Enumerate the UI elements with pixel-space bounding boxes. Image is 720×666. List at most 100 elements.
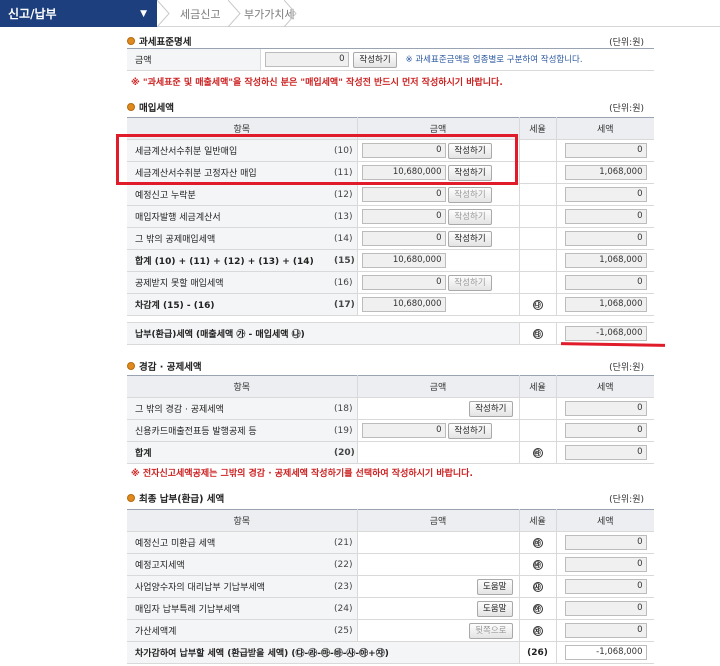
header-rate: 세율 bbox=[519, 117, 557, 140]
tax-input[interactable]: 0 bbox=[564, 143, 647, 158]
circled-marker-ja: ㉶ bbox=[532, 625, 543, 636]
amount-input[interactable]: 10,680,000 bbox=[361, 253, 446, 268]
tax-input[interactable]: 1,068,000 bbox=[564, 165, 647, 180]
tax-input[interactable]: 1,068,000 bbox=[564, 253, 647, 268]
warning-e-filing: ※ 전자신고세액공제는 그밖의 경감 · 공제세액 작성하기를 선택하여 작성하… bbox=[131, 469, 473, 479]
row-label: 예정신고 미환급 세액 bbox=[127, 531, 330, 554]
main-menu-dropdown[interactable]: 신고/납부 ▼ bbox=[0, 0, 157, 27]
tax-input[interactable]: 0 bbox=[564, 557, 647, 572]
section-title-final: 최종 납부(환급) 세액 bbox=[127, 491, 224, 505]
row-label: 합계 (10) + (11) + (12) + (13) + (14) bbox=[127, 249, 330, 272]
rate-cell bbox=[518, 249, 556, 272]
table-row-total: 차가감하여 납부할 세액 (환급받을 세액) (㉰-㉱-㉲-㉳-㉴-㉵+㉶) (… bbox=[127, 641, 654, 664]
table-row-subtotal: 차감계 (15) - (16) (17) 10,680,000 ㉯ 1,068,… bbox=[127, 293, 654, 316]
tax-input[interactable]: 0 bbox=[564, 209, 647, 224]
rate-cell bbox=[518, 161, 556, 184]
row-number: (22) bbox=[330, 553, 357, 576]
tax-base-amount-input[interactable]: 0 bbox=[264, 52, 349, 67]
row-number: (19) bbox=[330, 419, 357, 442]
amount-input[interactable]: 0 bbox=[361, 423, 446, 438]
tax-input[interactable]: 0 bbox=[564, 423, 647, 438]
row-number: (12) bbox=[330, 183, 357, 206]
header-item: 항목 bbox=[127, 375, 358, 398]
header-rate: 세율 bbox=[519, 509, 557, 532]
final-tax-input[interactable]: -1,068,000 bbox=[564, 645, 647, 660]
unit-label: (단위:원) bbox=[609, 38, 644, 48]
write-button[interactable]: 작성하기 bbox=[448, 422, 492, 439]
row-number: (14) bbox=[330, 227, 357, 250]
section-title-reduction: 경감 · 공제세액 bbox=[127, 359, 202, 373]
table-row: 예정신고 미환급 세액 (21) ㉲ 0 bbox=[127, 531, 654, 554]
rate-cell bbox=[518, 227, 556, 250]
write-button-disabled[interactable]: 작성하기 bbox=[448, 208, 492, 225]
rate-cell bbox=[518, 397, 556, 420]
table-row: 사업양수자의 대리납부 기납부세액 (23) 도움말 ㉴ 0 bbox=[127, 575, 654, 598]
table-row: 가산세액계 (25) 뒷쪽으로 ㉶ 0 bbox=[127, 619, 654, 642]
table-row-sum: 합계 (20) ㉱ 0 bbox=[127, 441, 654, 464]
amount-input[interactable]: 10,680,000 bbox=[361, 297, 446, 312]
tax-input[interactable]: 0 bbox=[564, 231, 647, 246]
amount-input[interactable]: 0 bbox=[361, 275, 446, 290]
table-row: 매입자발행 세금계산서 (13) 0 작성하기 0 bbox=[127, 205, 654, 228]
tax-base-write-button[interactable]: 작성하기 bbox=[353, 51, 397, 68]
header-tax: 세액 bbox=[556, 117, 654, 140]
amount-input[interactable]: 0 bbox=[361, 187, 446, 202]
bullet-icon bbox=[127, 362, 135, 370]
breadcrumb-separator-icon bbox=[284, 0, 298, 27]
help-button[interactable]: 도움말 bbox=[477, 600, 513, 617]
row-label: 가산세액계 bbox=[127, 619, 330, 642]
row-number: (21) bbox=[330, 531, 357, 554]
amount-input[interactable]: 0 bbox=[361, 209, 446, 224]
tax-input[interactable]: 0 bbox=[564, 275, 647, 290]
write-button[interactable]: 작성하기 bbox=[448, 230, 492, 247]
tax-input[interactable]: 1,068,000 bbox=[564, 297, 647, 312]
table-row: 예정신고 누락분 (12) 0 작성하기 0 bbox=[127, 183, 654, 206]
help-button[interactable]: 도움말 bbox=[477, 578, 513, 595]
tax-base-table: 금액 0 작성하기 ※ 과세표준금액을 업종별로 구분하여 작성합니다. bbox=[127, 48, 654, 71]
bullet-icon bbox=[127, 494, 135, 502]
row-label: 예정고지세액 bbox=[127, 553, 330, 576]
amount-input[interactable]: 0 bbox=[361, 231, 446, 246]
circled-marker-na: ㉯ bbox=[532, 299, 543, 310]
table-row: 그 밖의 공제매입세액 (14) 0 작성하기 0 bbox=[127, 227, 654, 250]
row-label: 그 밖의 공제매입세액 bbox=[127, 227, 330, 250]
circled-marker-ba: ㉳ bbox=[532, 559, 543, 570]
table-row: 신용카드매출전표등 발행공제 등 (19) 0 작성하기 0 bbox=[127, 419, 654, 442]
tax-base-label: 금액 bbox=[127, 48, 260, 71]
reduction-table: 항목 금액 세율 세액 그 밖의 경감 · 공제세액 (18) 작성하기 0 신… bbox=[127, 375, 654, 464]
write-button-disabled[interactable]: 작성하기 bbox=[448, 274, 492, 291]
row-number: (24) bbox=[330, 597, 357, 620]
row-number: (16) bbox=[330, 271, 357, 294]
tax-input[interactable]: 0 bbox=[564, 579, 647, 594]
breadcrumb-item-tax-report[interactable]: 세금신고 bbox=[180, 0, 220, 27]
row-number: (15) bbox=[330, 249, 357, 272]
section-title-tax-base: 과세표준명세 bbox=[127, 34, 191, 48]
tax-input[interactable]: 0 bbox=[564, 601, 647, 616]
header-rate: 세율 bbox=[519, 375, 557, 398]
circled-marker-sa: ㉴ bbox=[532, 581, 543, 592]
tax-input[interactable]: 0 bbox=[564, 623, 647, 638]
write-button[interactable]: 작성하기 bbox=[469, 400, 513, 417]
circled-marker-da: ㉰ bbox=[532, 328, 543, 339]
payable-tax-input[interactable]: -1,068,000 bbox=[564, 326, 647, 341]
row-label: 매입자 납부특례 기납부세액 bbox=[127, 597, 330, 620]
tax-input[interactable]: 0 bbox=[564, 401, 647, 416]
section-title-purchase-tax: 매입세액 bbox=[127, 100, 174, 114]
row-label: 그 밖의 경감 · 공제세액 bbox=[127, 397, 330, 420]
circled-marker-ma: ㉲ bbox=[532, 537, 543, 548]
go-back-page-button[interactable]: 뒷쪽으로 bbox=[469, 622, 513, 639]
top-nav-bar: 신고/납부 ▼ 세금신고 부가가치세 bbox=[0, 0, 720, 27]
row-label: 공제받지 못할 매입세액 bbox=[127, 271, 330, 294]
header-tax: 세액 bbox=[556, 375, 654, 398]
tax-input[interactable]: 0 bbox=[564, 187, 647, 202]
rate-cell bbox=[518, 205, 556, 228]
tax-input[interactable]: 0 bbox=[564, 535, 647, 550]
circled-marker-ra: ㉱ bbox=[532, 447, 543, 458]
rate-cell bbox=[518, 271, 556, 294]
row-label: 신용카드매출전표등 발행공제 등 bbox=[127, 419, 330, 442]
write-button-disabled[interactable]: 작성하기 bbox=[448, 186, 492, 203]
row-number: (13) bbox=[330, 205, 357, 228]
tax-input[interactable]: 0 bbox=[564, 445, 647, 460]
table-row: 매입자 납부특례 기납부세액 (24) 도움말 ㉵ 0 bbox=[127, 597, 654, 620]
unit-label: (단위:원) bbox=[609, 363, 644, 373]
